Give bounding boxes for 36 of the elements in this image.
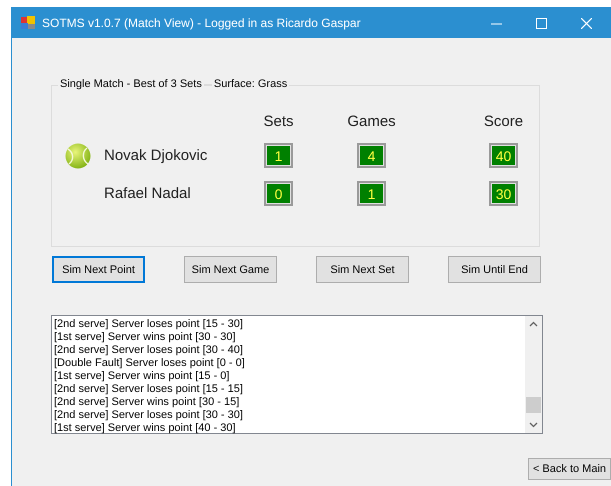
maximize-icon[interactable] — [536, 18, 547, 28]
log-entry: [Double Fault] Server loses point [0 - 0] — [54, 357, 246, 370]
score-display: 30 — [489, 181, 518, 206]
column-header: Sets — [264, 113, 294, 130]
app-icon — [21, 16, 35, 30]
surface-label: Surface: Grass — [212, 78, 290, 90]
score-display: 40 — [489, 143, 518, 168]
window-title: SOTMS v1.0.7 (Match View) - Logged in as Ricardo Gaspar — [42, 16, 361, 30]
log-entry: [1st serve] Server wins point [30 - 30] — [54, 331, 237, 344]
log-entry: [2nd serve] Server loses point [15 - 30] — [54, 318, 244, 331]
column-header: Score — [484, 113, 524, 130]
score-display: 1 — [264, 143, 293, 168]
scroll-thumb[interactable] — [526, 397, 541, 413]
score-display: 1 — [357, 181, 386, 206]
log-entry: [2nd serve] Server loses point [30 - 30] — [54, 409, 244, 422]
log-entry: [2nd serve] Server loses point [15 - 15] — [54, 383, 244, 396]
close-icon[interactable] — [581, 18, 592, 28]
player-name: Novak Djokovic — [103, 146, 208, 164]
sim-button[interactable]: Sim Next Set — [316, 256, 409, 283]
sim-button[interactable]: Sim Next Game — [184, 256, 277, 283]
sim-button[interactable]: Sim Next Point — [52, 256, 145, 283]
log-entry: [2nd serve] Server wins point [30 - 15] — [54, 396, 240, 409]
scroll-down-icon[interactable] — [529, 422, 538, 428]
player-name: Rafael Nadal — [103, 184, 192, 202]
log-entry: [2nd serve] Server loses point [30 - 40] — [54, 344, 244, 357]
back-to-main-button[interactable]: < Back to Main — [528, 458, 611, 480]
log-list[interactable] — [51, 315, 543, 434]
scrollbar[interactable] — [525, 316, 542, 433]
score-display: 0 — [264, 181, 293, 206]
match-format-label: Single Match - Best of 3 Sets — [58, 78, 204, 90]
sim-button[interactable]: Sim Until End — [448, 256, 541, 283]
score-display: 4 — [357, 143, 386, 168]
column-header: Games — [347, 113, 396, 130]
log-entry: [1st serve] Server wins point [40 - 30] — [54, 422, 237, 435]
scroll-up-icon[interactable] — [529, 321, 538, 327]
log-entry: [1st serve] Server wins point [15 - 0] — [54, 370, 230, 383]
